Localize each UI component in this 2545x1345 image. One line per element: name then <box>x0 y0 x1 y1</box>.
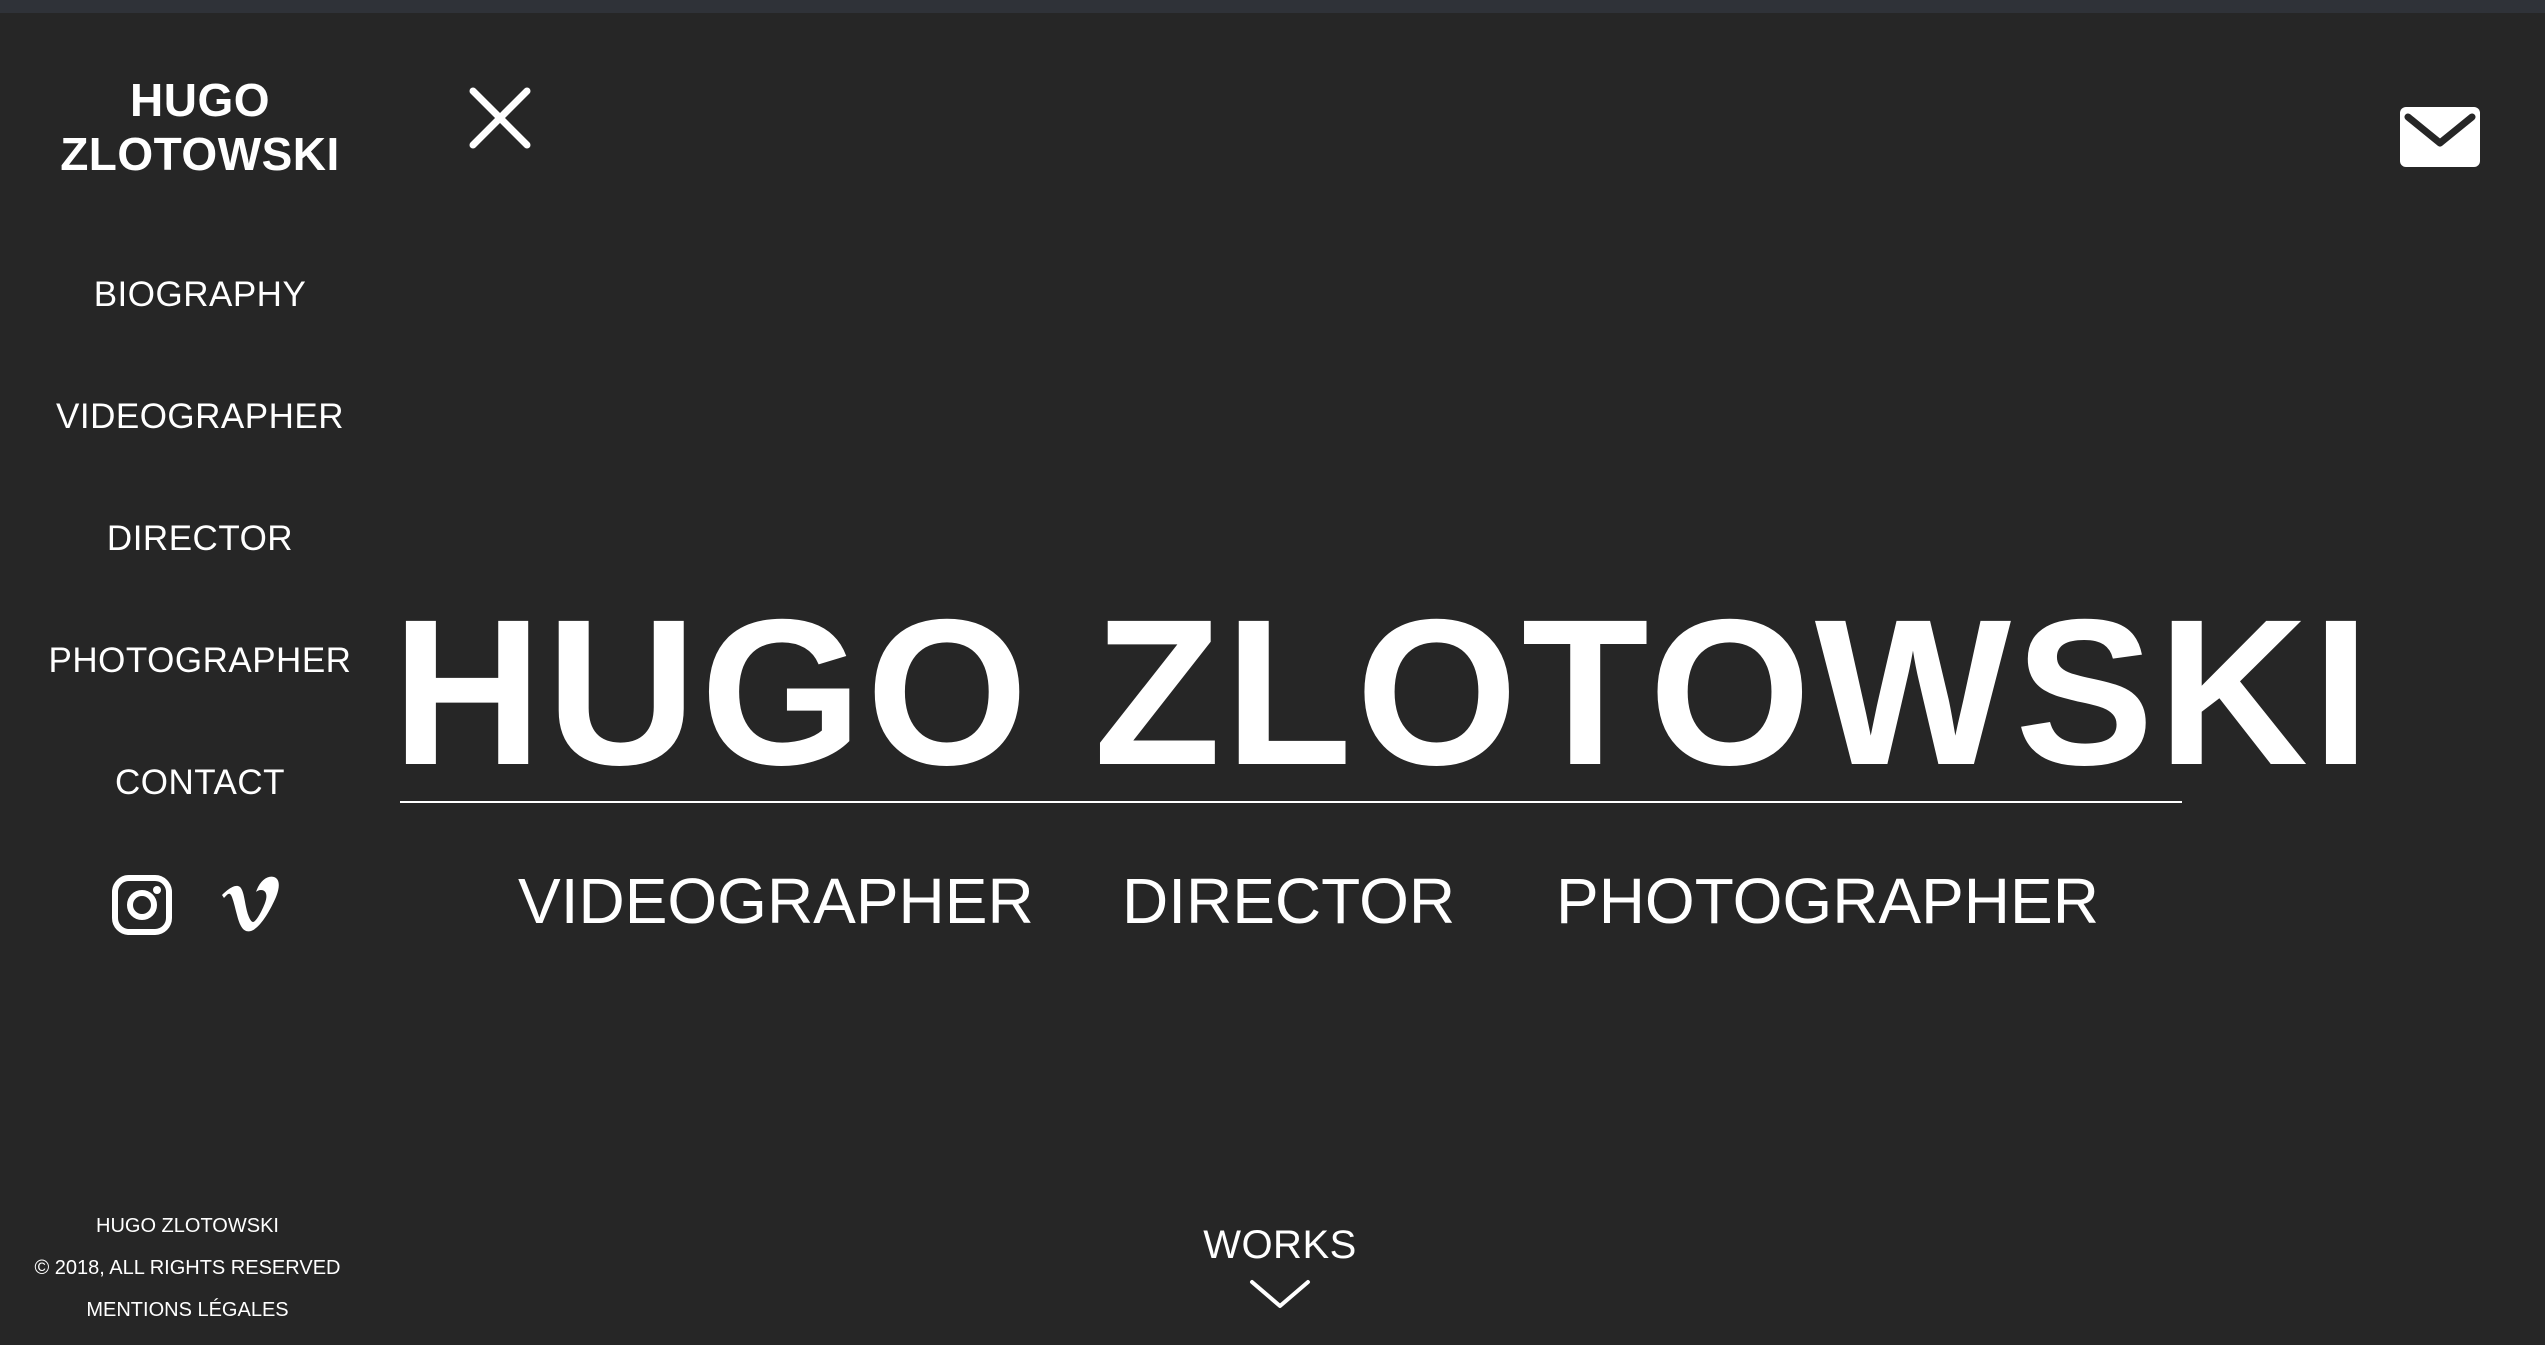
social-links <box>0 873 400 953</box>
vimeo-icon[interactable] <box>218 873 282 937</box>
brand-line-2: ZLOTOWSKI <box>60 128 340 180</box>
sidebar-item-director[interactable]: DIRECTOR <box>0 517 400 561</box>
chevron-down-icon <box>1250 1280 1310 1308</box>
sidebar-item-biography[interactable]: BIOGRAPHY <box>0 273 400 317</box>
role-photographer-link[interactable]: PHOTOGRAPHER <box>1556 861 2099 941</box>
sidebar-item-videographer[interactable]: VIDEOGRAPHER <box>0 395 400 439</box>
instagram-icon[interactable] <box>110 873 174 937</box>
hero-title: HUGO ZLOTOWSKI <box>392 577 2374 809</box>
works-scroll-link[interactable]: WORKS <box>1180 1220 1380 1312</box>
sidebar-item-photographer[interactable]: PHOTOGRAPHER <box>0 639 400 683</box>
mail-icon[interactable] <box>2398 105 2482 175</box>
footer-legal-link[interactable]: MENTIONS LÉGALES <box>0 1289 375 1331</box>
brand-line-1: HUGO <box>130 74 270 126</box>
sidebar-item-contact[interactable]: CONTACT <box>0 761 400 805</box>
page: HUGO ZLOTOWSKI BIOGRAPHY VIDEOGRAPHER DI… <box>0 13 2545 1345</box>
role-videographer-link[interactable]: VIDEOGRAPHER <box>518 861 1034 941</box>
role-director-link[interactable]: DIRECTOR <box>1122 861 1455 941</box>
footer-copyright: © 2018, ALL RIGHTS RESERVED <box>34 1257 341 1279</box>
footer: HUGO ZLOTOWSKI © 2018, ALL RIGHTS RESERV… <box>0 1205 375 1331</box>
brand-logo[interactable]: HUGO ZLOTOWSKI <box>0 73 400 181</box>
close-icon[interactable] <box>465 83 535 153</box>
browser-top-strip <box>0 0 2545 13</box>
hero-roles: VIDEOGRAPHER DIRECTOR PHOTOGRAPHER <box>400 861 2182 941</box>
footer-name: HUGO ZLOTOWSKI <box>96 1215 279 1237</box>
sidebar: HUGO ZLOTOWSKI BIOGRAPHY VIDEOGRAPHER DI… <box>0 13 400 1345</box>
works-label: WORKS <box>1203 1223 1357 1267</box>
hero-divider <box>400 801 2182 803</box>
